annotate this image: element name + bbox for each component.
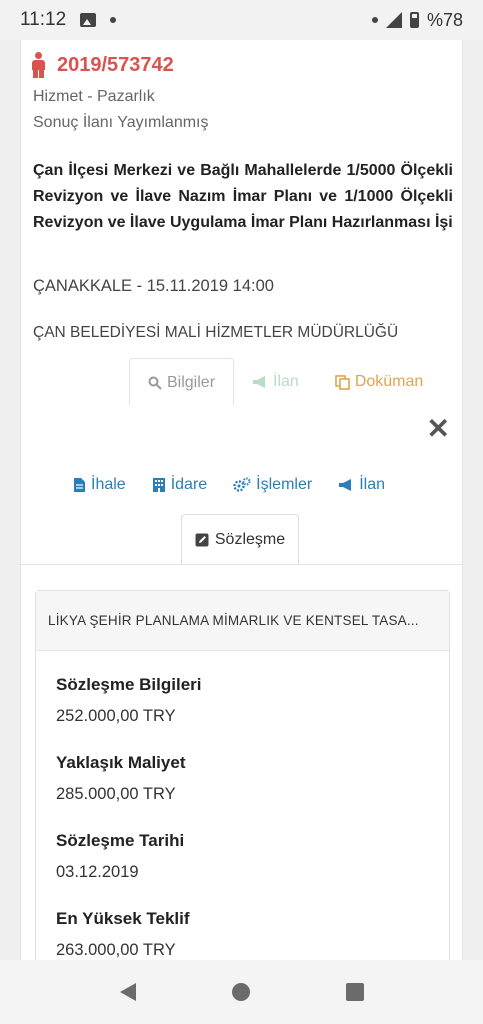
search-icon — [148, 376, 162, 390]
system-nav-bar — [0, 960, 483, 1024]
tender-header: 2019/573742 — [31, 52, 174, 78]
field-label: En Yüksek Teklif — [56, 909, 190, 928]
field-estimated-cost: Yaklaşık Maliyet 285.000,00 TRY — [56, 753, 185, 804]
signal-icon — [385, 12, 402, 28]
tender-type: Hizmet - Pazarlık — [33, 88, 155, 105]
megaphone-icon — [339, 479, 352, 491]
authority-name: ÇAN BELEDİYESİ MALİ HİZMETLER MÜDÜRLÜĞÜ — [33, 324, 399, 341]
document-icon — [74, 478, 85, 492]
tab-bilgiler[interactable]: Bilgiler — [129, 358, 235, 406]
tab-bilgiler-label: Bilgiler — [167, 373, 216, 391]
top-tabs: Bilgiler İlan Doküman — [129, 358, 441, 406]
tab-ihale[interactable]: İhale — [73, 476, 126, 494]
location-date: ÇANAKKALE - 15.11.2019 14:00 — [33, 277, 274, 295]
tab-ilan[interactable]: İlan — [234, 358, 317, 406]
tab-sozlesme[interactable]: Sözleşme — [181, 514, 299, 564]
tab-ilan-sub-label: İlan — [359, 476, 385, 493]
status-bar: 11:12 %78 — [0, 0, 483, 40]
notification-dot-icon — [110, 17, 117, 23]
back-icon[interactable] — [119, 983, 136, 1001]
field-value: 263.000,00 TRY — [56, 941, 176, 959]
field-highest-bid: En Yüksek Teklif 263.000,00 TRY — [56, 909, 190, 960]
field-value: 252.000,00 TRY — [56, 707, 176, 725]
tab-idare[interactable]: İdare — [152, 476, 207, 494]
contractor-name[interactable]: LİKYA ŞEHİR PLANLAMA MİMARLIK VE KENTSEL… — [36, 591, 449, 651]
tender-status: Sonuç İlanı Yayımlanmış — [33, 114, 209, 131]
copy-icon — [335, 374, 350, 390]
edit-icon — [195, 533, 209, 546]
image-notification-icon — [80, 13, 97, 27]
contract-panel: LİKYA ŞEHİR PLANLAMA MİMARLIK VE KENTSEL… — [35, 590, 450, 960]
field-value: 285.000,00 TRY — [56, 785, 176, 803]
field-label: Sözleşme Bilgileri — [56, 675, 202, 694]
field-contract-info: Sözleşme Bilgileri 252.000,00 TRY — [56, 675, 202, 726]
status-dot-icon — [371, 17, 378, 23]
status-time: 11:12 — [20, 9, 67, 30]
tender-title: Çan İlçesi Merkezi ve Bağlı Mahallelerde… — [33, 162, 453, 231]
battery-icon — [409, 12, 419, 28]
tab-dokuman[interactable]: Doküman — [317, 358, 441, 406]
tender-reference: 2019/573742 — [57, 53, 174, 76]
tab-idare-label: İdare — [170, 476, 208, 493]
tab-sozlesme-label: Sözleşme — [214, 530, 286, 548]
contractor-name-text: LİKYA ŞEHİR PLANLAMA MİMARLIK VE KENTSEL… — [48, 613, 419, 628]
tab-islemler-label: İşlemler — [256, 476, 313, 493]
sub-tabs: İhale İdare İşlemler İlan — [73, 476, 385, 494]
field-contract-date: Sözleşme Tarihi 03.12.2019 — [56, 831, 184, 882]
close-icon[interactable]: ✕ — [427, 412, 450, 445]
tab-divider — [21, 564, 462, 565]
field-label: Sözleşme Tarihi — [56, 831, 185, 850]
tab-islemler[interactable]: İşlemler — [233, 476, 312, 494]
megaphone-icon — [253, 376, 266, 388]
home-icon[interactable] — [231, 983, 250, 1001]
tab-ihale-label: İhale — [91, 476, 126, 493]
recents-icon[interactable] — [345, 983, 364, 1001]
field-value: 03.12.2019 — [56, 863, 139, 881]
person-icon — [31, 52, 45, 78]
building-icon — [152, 478, 165, 492]
field-label: Yaklaşık Maliyet — [56, 753, 186, 772]
battery-level: %78 — [426, 9, 463, 30]
tab-ilan-sub[interactable]: İlan — [338, 476, 385, 494]
gears-icon — [233, 477, 251, 492]
tender-card: 2019/573742 Hizmet - Pazarlık Sonuç İlan… — [20, 40, 463, 960]
tab-ilan-label: İlan — [273, 373, 299, 390]
tab-dokuman-label: Doküman — [354, 373, 424, 390]
